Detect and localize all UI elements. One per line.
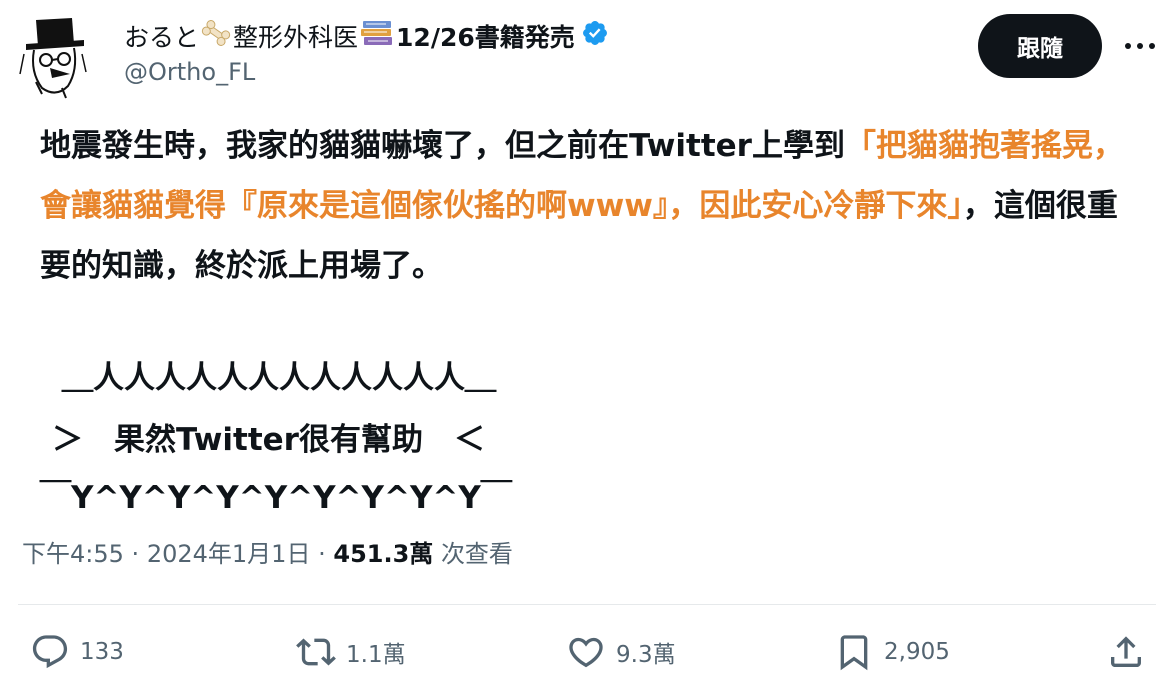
bookmark-button[interactable]: 2,905 (834, 628, 950, 676)
books-icon (360, 18, 394, 54)
reply-icon (32, 635, 68, 669)
share-button[interactable] (1106, 628, 1156, 676)
display-name-suffix: 12/26書籍発売 (396, 23, 575, 52)
views-label: 次查看 (440, 540, 513, 568)
tweet-time[interactable]: 下午4:55 (22, 540, 124, 568)
tweet-card: おると 整形外科医 12/26書籍発売 @Ortho_FL 跟隨 地震發生時，我… (0, 0, 1170, 691)
reply-button[interactable]: 133 (30, 628, 124, 676)
heart-icon (569, 637, 603, 668)
avatar[interactable] (16, 14, 90, 100)
meta-separator: · (131, 540, 140, 568)
bookmark-count: 2,905 (884, 639, 950, 665)
display-name-mid: 整形外科医 (233, 23, 359, 52)
divider (18, 604, 1156, 605)
ascii-art-top: ＿人人人人人人人人人人人人＿ (62, 360, 496, 396)
tweet-meta: 下午4:55 · 2024年1月1日 · 451.3萬 次查看 (22, 534, 513, 569)
bone-icon (201, 18, 231, 54)
retweet-count: 1.1萬 (346, 642, 406, 668)
display-name[interactable]: おると 整形外科医 12/26書籍発売 (124, 16, 609, 56)
more-options-icon[interactable] (1122, 38, 1158, 54)
tweet-text: 地震發生時，我家的貓貓嚇壞了，但之前在Twitter上學到「把貓貓抱著搖晃，會讓… (40, 116, 1130, 296)
ascii-art-middle: ＞ 果然Twitter很有幫助 ＜ (52, 422, 485, 458)
reply-count: 133 (80, 639, 124, 665)
user-handle[interactable]: @Ortho_FL (124, 58, 255, 86)
like-button[interactable]: 9.3萬 (566, 628, 676, 676)
views-count: 451.3萬 (333, 540, 434, 568)
share-icon (1111, 636, 1141, 667)
retweet-icon (296, 638, 336, 666)
bookmark-icon (840, 635, 868, 671)
meta-separator: · (318, 540, 326, 568)
tweet-date[interactable]: 2024年1月1日 (147, 540, 311, 568)
display-name-prefix: おると (124, 23, 200, 52)
ascii-art-bottom: ￣Y^Y^Y^Y^Y^Y^Y^Y^Y￣ (40, 480, 512, 516)
verified-badge-icon (581, 19, 609, 53)
avatar-image (16, 14, 90, 100)
like-count: 9.3萬 (616, 642, 676, 668)
follow-button[interactable]: 跟隨 (978, 14, 1102, 78)
retweet-button[interactable]: 1.1萬 (296, 628, 406, 676)
tweet-text-part-1: 地震發生時，我家的貓貓嚇壞了，但之前在Twitter上學到 (40, 128, 845, 164)
